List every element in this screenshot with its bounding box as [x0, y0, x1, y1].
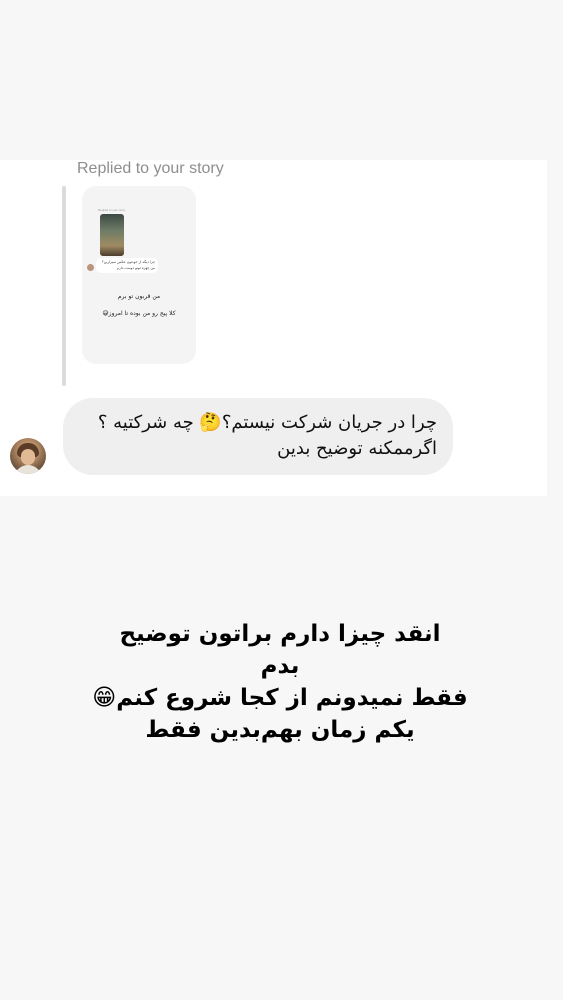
thumbnail-text-line2: کلا پیج رو من بوده تا امروز😅: [102, 310, 176, 317]
caption-line-3: فقط نمیدونم از کجا شروع کنم😁: [92, 685, 468, 711]
avatar-face-shape: [21, 449, 35, 465]
message-line-1: چرا در جریان شرکت نیستم؟🤔 چه شرکتیه ؟: [97, 412, 437, 433]
replied-to-story-label: Replied to your story: [77, 160, 224, 177]
story-thumbnail[interactable]: Replied to your story چرا دیگه از خودتون…: [82, 186, 196, 364]
caption-line-2: بدم: [260, 653, 300, 679]
message-line-2: اگرممکنه توضیح بدین: [277, 438, 437, 459]
thumbnail-header: Replied to your story: [98, 208, 126, 212]
sender-avatar[interactable]: [10, 438, 46, 474]
caption-line-4: یکم زمان بهم‌بدین فقط: [145, 717, 415, 743]
message-bubble[interactable]: چرا در جریان شرکت نیستم؟🤔 چه شرکتیه ؟ اگ…: [63, 398, 453, 475]
reply-indicator-bar: [62, 186, 66, 386]
thumbnail-avatar: [87, 264, 94, 271]
thumbnail-photo: [100, 214, 124, 256]
thumbnail-text-line1: من قربون تو برم: [117, 293, 161, 300]
story-caption: انقد چیزا دارم براتون توضیح بدم فقط نمید…: [60, 618, 500, 746]
avatar-body-shape: [14, 465, 42, 474]
thumbnail-message-bubble: چرا دیگه از خودتون عکس نمیزارین؟ من چهره…: [96, 258, 158, 273]
caption-line-1: انقد چیزا دارم براتون توضیح: [119, 621, 441, 647]
